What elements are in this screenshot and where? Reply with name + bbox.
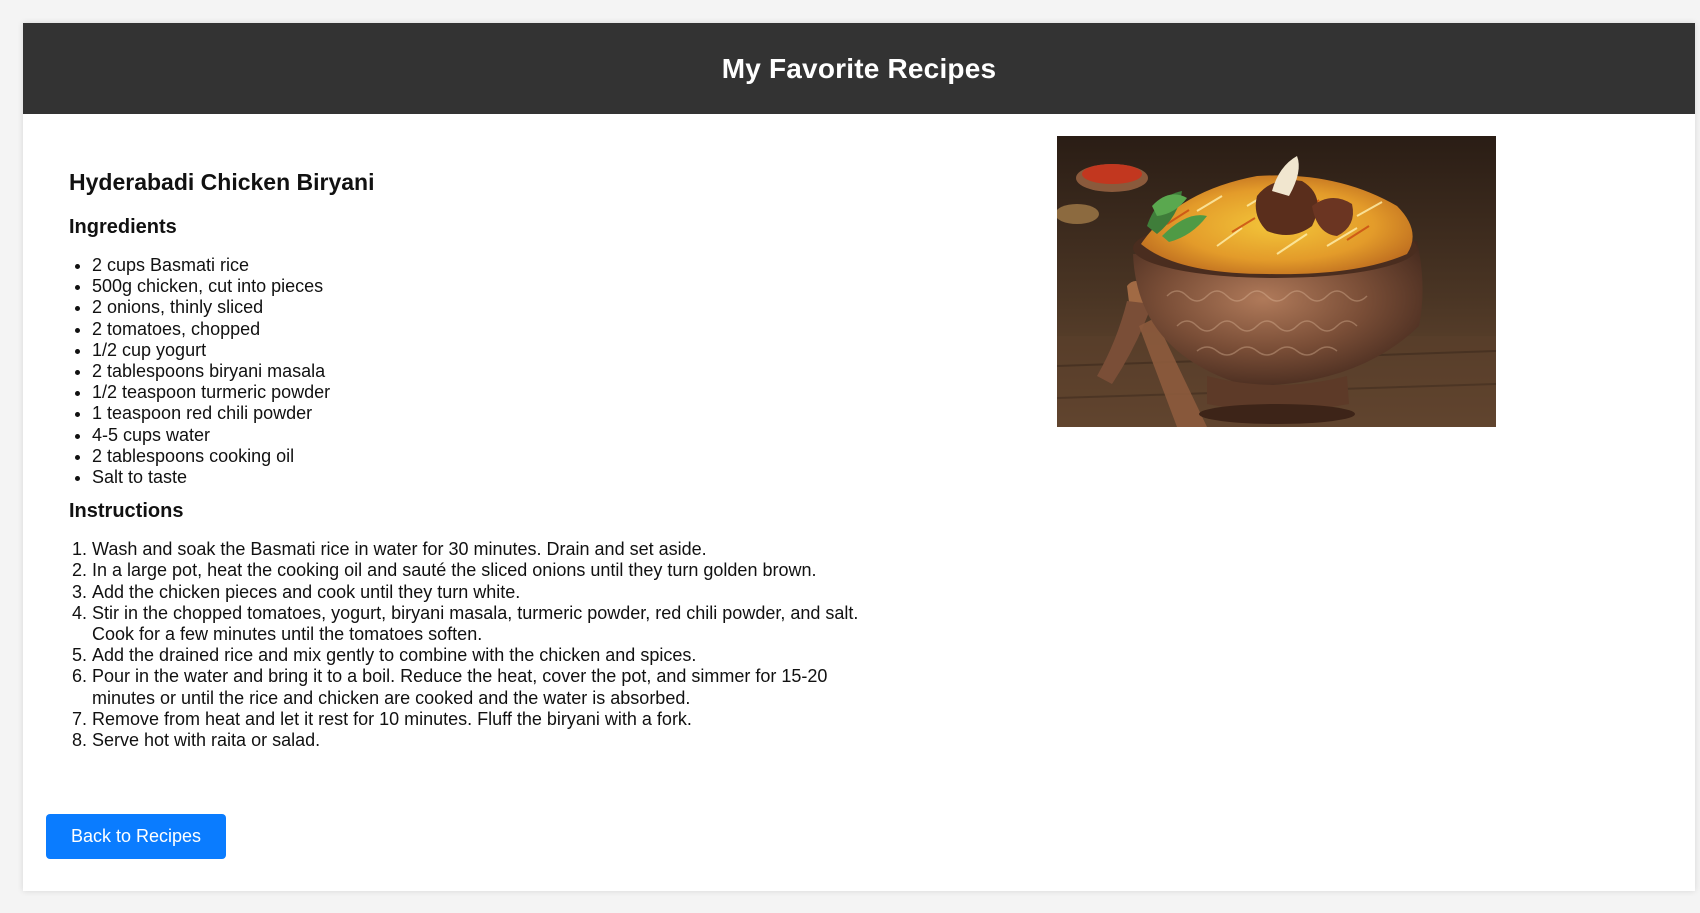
ingredients-heading: Ingredients xyxy=(69,216,177,238)
recipe-card: My Favorite Recipes Hyderabadi Chicken B… xyxy=(23,23,1695,891)
ingredient-item: 1/2 teaspoon turmeric powder xyxy=(92,382,889,403)
ingredient-item: 4-5 cups water xyxy=(92,425,889,446)
instruction-step: Serve hot with raita or salad. xyxy=(92,730,889,751)
ingredient-item: 2 tomatoes, chopped xyxy=(92,319,889,340)
page-title: My Favorite Recipes xyxy=(721,52,997,84)
instructions-heading: Instructions xyxy=(69,500,184,523)
ingredient-item: Salt to taste xyxy=(92,467,889,488)
ingredient-item: 500g chicken, cut into pieces xyxy=(92,276,889,297)
instruction-step: In a large pot, heat the cooking oil and… xyxy=(92,560,889,581)
instruction-step: Add the drained rice and mix gently to c… xyxy=(92,645,889,666)
ingredient-item: 2 tablespoons biryani masala xyxy=(92,361,889,382)
instruction-step: Pour in the water and bring it to a boil… xyxy=(92,666,889,708)
page-header: My Favorite Recipes xyxy=(23,23,1695,114)
ingredient-item: 2 tablespoons cooking oil xyxy=(92,446,889,467)
instruction-step: Remove from heat and let it rest for 10 … xyxy=(92,709,889,730)
biryani-photo xyxy=(1057,136,1496,427)
ingredient-item: 2 cups Basmati rice xyxy=(92,255,889,276)
recipe-details: Hyderabadi Chicken Biryani Ingredients 2… xyxy=(69,169,889,763)
instruction-step: Stir in the chopped tomatoes, yogurt, bi… xyxy=(92,603,889,645)
back-to-recipes-button[interactable]: Back to Recipes xyxy=(46,814,226,859)
ingredient-item: 1 teaspoon red chili powder xyxy=(92,403,889,424)
instruction-step: Wash and soak the Basmati rice in water … xyxy=(92,539,889,560)
ingredient-item: 1/2 cup yogurt xyxy=(92,340,889,361)
instruction-step: Add the chicken pieces and cook until th… xyxy=(92,582,889,603)
recipe-title: Hyderabadi Chicken Biryani xyxy=(69,169,375,195)
ingredients-list: 2 cups Basmati rice500g chicken, cut int… xyxy=(69,255,889,488)
instructions-list: Wash and soak the Basmati rice in water … xyxy=(69,539,889,751)
biryani-image xyxy=(1057,136,1496,427)
ingredient-item: 2 onions, thinly sliced xyxy=(92,297,889,318)
recipe-content: Hyderabadi Chicken Biryani Ingredients 2… xyxy=(23,114,1695,891)
